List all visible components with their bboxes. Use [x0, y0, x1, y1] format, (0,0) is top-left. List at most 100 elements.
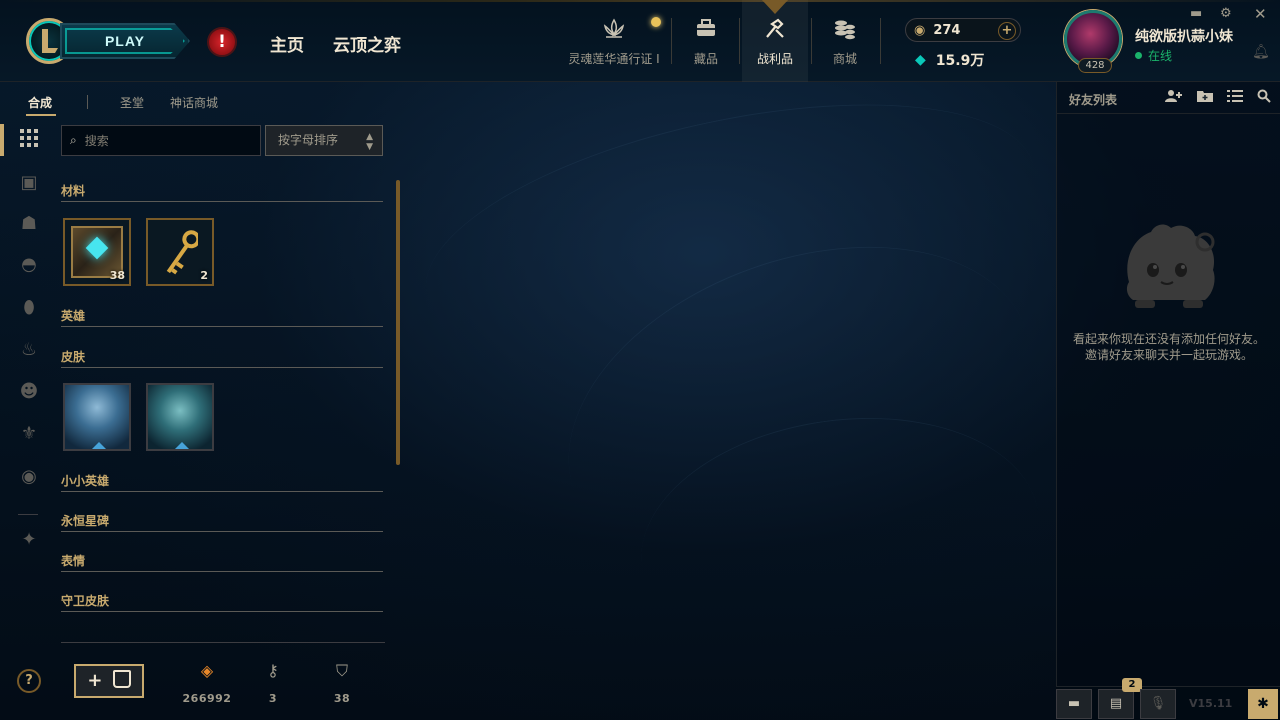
flame-icon[interactable]: ♨ — [17, 338, 41, 362]
misc-loot-icon[interactable]: ✦ — [17, 528, 41, 552]
chat-rooms-icon[interactable]: ▤ — [1098, 689, 1134, 719]
minimize-icon[interactable]: ▬ — [1190, 6, 1202, 21]
search-input[interactable] — [84, 133, 245, 148]
chest-icon: ⛉ — [335, 661, 348, 680]
category-label: 守卫皮肤 — [61, 594, 110, 608]
category-ward-skins[interactable]: 守卫皮肤 — [61, 592, 383, 612]
help-icon[interactable]: ? — [17, 669, 41, 693]
close-icon[interactable]: ✕ — [1254, 5, 1267, 23]
chest-filter-icon[interactable]: ▣ — [17, 171, 41, 195]
helmet-icon[interactable]: ☗ — [17, 212, 41, 236]
top-navigation-bar: PLAY ! 主页 云顶之弈 灵魂莲华通行证 I 藏品 战利品 商城 ◉ 274… — [0, 0, 1280, 82]
item-count: 2 — [200, 269, 208, 282]
category-champions[interactable]: 英雄 — [61, 307, 383, 327]
add-friend-icon[interactable] — [1165, 89, 1183, 107]
event-pass-button[interactable]: 灵魂莲华通行证 I — [560, 0, 668, 82]
tab-mythic-shop[interactable]: 神话商城 — [170, 94, 218, 111]
sort-dropdown[interactable]: 按字母排序 ▲ ▼ — [265, 125, 383, 156]
loot-item-key[interactable]: 2 — [146, 218, 214, 286]
chat-icon[interactable]: ▬ — [1056, 689, 1092, 719]
search-icon[interactable] — [1257, 89, 1271, 107]
collection-label: 藏品 — [693, 52, 718, 66]
play-button[interactable]: PLAY — [60, 23, 190, 59]
rp-coin-icon: ◉ — [914, 22, 926, 38]
notification-dot — [651, 17, 661, 27]
item-count: 38 — [109, 269, 125, 282]
key-icon: ⚷ — [267, 661, 279, 680]
egg-icon[interactable]: ⬮ — [17, 296, 41, 320]
chest-icon — [112, 670, 131, 688]
buy-rp-button[interactable]: + — [998, 22, 1016, 40]
microphone-icon[interactable]: 🎙︎ — [1140, 689, 1176, 719]
blue-essence-icon: ◆ — [915, 52, 926, 68]
be-value: 15.9万 — [935, 53, 985, 69]
orange-essence-stat: ◈ 266992 — [177, 660, 237, 705]
category-skins[interactable]: 皮肤 — [61, 348, 383, 368]
category-materials[interactable]: 材料 — [61, 182, 383, 202]
category-label: 表情 — [61, 554, 86, 568]
divider — [671, 18, 672, 64]
search-box[interactable]: ⌕ — [61, 125, 261, 156]
divider — [880, 18, 881, 64]
loot-icon — [764, 18, 786, 44]
emote-icon[interactable]: ☻ — [17, 380, 41, 404]
loot-item-chest[interactable]: 38 — [63, 218, 131, 286]
alert-icon[interactable]: ! — [207, 27, 237, 57]
online-status[interactable]: 在线 — [1135, 47, 1172, 64]
store-button[interactable]: 商城 — [814, 0, 876, 82]
category-little-legends[interactable]: 小小英雄 — [61, 472, 383, 492]
keys-stat: ⚷ 3 — [243, 660, 303, 705]
sort-label: 按字母排序 — [278, 133, 339, 147]
category-emotes[interactable]: 表情 — [61, 552, 383, 572]
rp-value: 274 — [933, 22, 961, 38]
friends-panel: 好友列表 看起来你现在还没有添加任何好友。邀请好友来聊天并一起玩游戏。 — [1056, 82, 1280, 686]
rarity-marker-icon — [175, 442, 189, 449]
chevron-updown-icon: ▲ ▼ — [366, 132, 373, 152]
category-label: 英雄 — [61, 309, 86, 323]
gear-icon[interactable]: ⚙ — [1220, 6, 1232, 21]
divider — [61, 642, 385, 643]
bug-report-icon[interactable]: ✱ — [1248, 689, 1278, 719]
tab-sanctum[interactable]: 圣堂 — [120, 94, 144, 111]
add-chest-button[interactable]: + — [74, 664, 144, 698]
divider — [811, 18, 812, 64]
ward-icon[interactable]: ⚜ — [17, 422, 41, 446]
chests-stat: ⛉ 38 — [312, 660, 372, 705]
grid-icon[interactable] — [17, 129, 41, 153]
mask-icon[interactable]: ◓ — [17, 253, 41, 277]
chests-value: 38 — [333, 692, 351, 705]
profile-avatar[interactable]: 428 — [1064, 10, 1126, 73]
loot-item-skin[interactable] — [63, 383, 131, 451]
friends-empty-text: 看起来你现在还没有添加任何好友。邀请好友来聊天并一起玩游戏。 — [1073, 332, 1266, 362]
summoner-name[interactable]: 纯欲版扒蒜小妹 — [1135, 26, 1233, 46]
rail-active-indicator — [0, 124, 4, 156]
list-view-icon[interactable] — [1227, 89, 1243, 107]
briefcase-icon — [695, 18, 717, 44]
keys-value: 3 — [268, 692, 278, 705]
scrollbar[interactable] — [396, 180, 400, 465]
category-label: 材料 — [61, 184, 86, 198]
rp-balance[interactable]: ◉ 274 + — [905, 18, 1021, 42]
collection-button[interactable]: 藏品 — [676, 0, 736, 82]
divider — [18, 514, 38, 515]
be-balance: ◆ 15.9万 — [905, 50, 1021, 70]
rooms-count-badge: 2 — [1122, 678, 1142, 692]
tab-craft[interactable]: 合成 — [28, 94, 52, 111]
rarity-marker-icon — [92, 442, 106, 449]
status-dot-icon — [1135, 52, 1142, 59]
nav-tft[interactable]: 云顶之弈 — [333, 31, 401, 56]
coins-icon — [833, 18, 857, 44]
nav-home[interactable]: 主页 — [270, 31, 304, 56]
alert-glyph: ! — [218, 32, 226, 52]
loot-item-skin[interactable] — [146, 383, 214, 451]
profile-icon[interactable]: ◉ — [17, 465, 41, 489]
active-tab-underline — [26, 114, 56, 116]
add-folder-icon[interactable] — [1197, 89, 1213, 107]
category-label: 小小英雄 — [61, 474, 110, 488]
divider — [739, 18, 740, 64]
poro-icon — [1126, 224, 1215, 308]
bell-icon[interactable]: 🔔︎ — [1252, 44, 1270, 60]
loot-label: 战利品 — [756, 52, 793, 66]
category-eternals[interactable]: 永恒星碑 — [61, 512, 383, 532]
orange-essence-icon: ◈ — [200, 661, 214, 680]
